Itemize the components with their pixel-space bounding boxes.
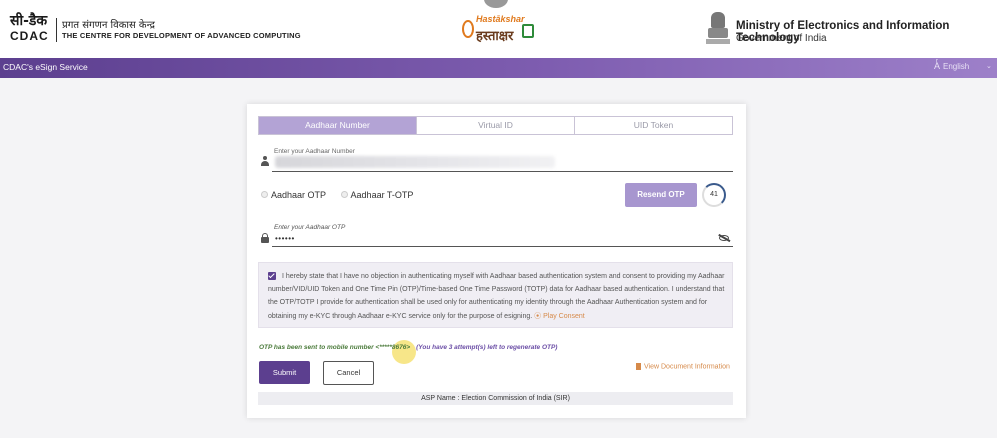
cdac-name-english: THE CENTRE FOR DEVELOPMENT OF ADVANCED C… (62, 31, 301, 40)
aadhaar-input-underline (272, 171, 733, 172)
aadhaar-number-label: Enter your Aadhaar Number (274, 148, 355, 155)
aadhaar-totp-radio[interactable] (340, 191, 348, 199)
cdac-logo-english: CDAC (10, 29, 49, 43)
government-name: Government of India (736, 33, 827, 44)
cdac-logo-hindi: सी-डैक (10, 13, 48, 29)
user-icon (261, 156, 269, 166)
id-type-tabs: Aadhaar Number Virtual ID UID Token (258, 116, 733, 135)
lock-icon (261, 233, 269, 243)
otp-input-underline (272, 246, 733, 247)
service-title: CDAC's eSign Service (3, 62, 88, 72)
hastakshar-logo-main: हस्ताक्षर (476, 29, 514, 44)
aadhaar-number-input[interactable] (275, 156, 555, 168)
aadhaar-otp-label[interactable]: Aadhaar OTP (271, 190, 326, 200)
language-selector[interactable]: Aͬ English (934, 61, 969, 71)
checkbox-icon (522, 24, 534, 38)
otp-input[interactable]: •••••• (275, 234, 295, 243)
logo-divider (56, 18, 57, 42)
consent-statement: I hereby state that I have no objection … (268, 273, 725, 320)
otp-countdown-timer: 41 (702, 183, 726, 207)
national-emblem-icon (706, 12, 730, 46)
tab-aadhaar-number[interactable]: Aadhaar Number (259, 117, 417, 134)
eye-slash-icon[interactable] (719, 235, 729, 241)
hastakshar-logo-top: Hastākshar (476, 14, 525, 24)
cdac-logo: सी-डैक CDAC (10, 14, 54, 44)
resend-otp-button[interactable]: Resend OTP (625, 183, 697, 207)
screen-recorder-indicator (484, 0, 508, 8)
otp-sent-text: OTP has been sent to mobile number <****… (259, 344, 411, 351)
play-consent-link[interactable]: ⦿ Play Consent (534, 313, 585, 320)
otp-label: Enter your Aadhaar OTP (274, 224, 346, 231)
aadhaar-totp-label[interactable]: Aadhaar T-OTP (351, 190, 414, 200)
hastakshar-logo: Hastākshar हस्ताक्षर (462, 14, 536, 46)
cancel-button[interactable]: Cancel (323, 361, 374, 385)
consent-box: I hereby state that I have no objection … (258, 262, 733, 328)
view-document-label[interactable]: View Document Information (644, 363, 730, 370)
otp-type-options: Aadhaar OTP Aadhaar T-OTP (261, 189, 425, 201)
asp-name-bar: ASP Name : Election Commission of India … (258, 392, 733, 405)
tab-virtual-id[interactable]: Virtual ID (417, 117, 575, 134)
esign-auth-card: Aadhaar Number Virtual ID UID Token Ente… (247, 104, 746, 418)
translate-icon: Aͬ (934, 61, 941, 71)
site-header: सी-डैक CDAC प्रगत संगणन विकास केन्द्र TH… (0, 0, 997, 58)
chevron-down-icon[interactable]: ⌄ (986, 62, 992, 70)
service-navbar: CDAC's eSign Service Aͬ English ⌄ (0, 58, 997, 78)
cdac-name-hindi: प्रगत संगणन विकास केन्द्र (62, 20, 155, 31)
otp-attempts-text: (You have 3 attempt(s) left to regenerat… (416, 344, 558, 351)
view-document-link[interactable]: View Document Information (636, 363, 730, 370)
esign-page: सी-डैक CDAC प्रगत संगणन विकास केन्द्र TH… (0, 0, 997, 438)
aadhaar-otp-radio[interactable] (261, 191, 268, 199)
otp-sent-message: OTP has been sent to mobile number <****… (259, 344, 557, 351)
document-icon (636, 363, 641, 370)
pen-icon (462, 20, 474, 38)
language-label: English (943, 62, 970, 71)
consent-text: I hereby state that I have no objection … (268, 270, 728, 323)
tab-uid-token[interactable]: UID Token (575, 117, 732, 134)
submit-button[interactable]: Submit (259, 361, 310, 384)
